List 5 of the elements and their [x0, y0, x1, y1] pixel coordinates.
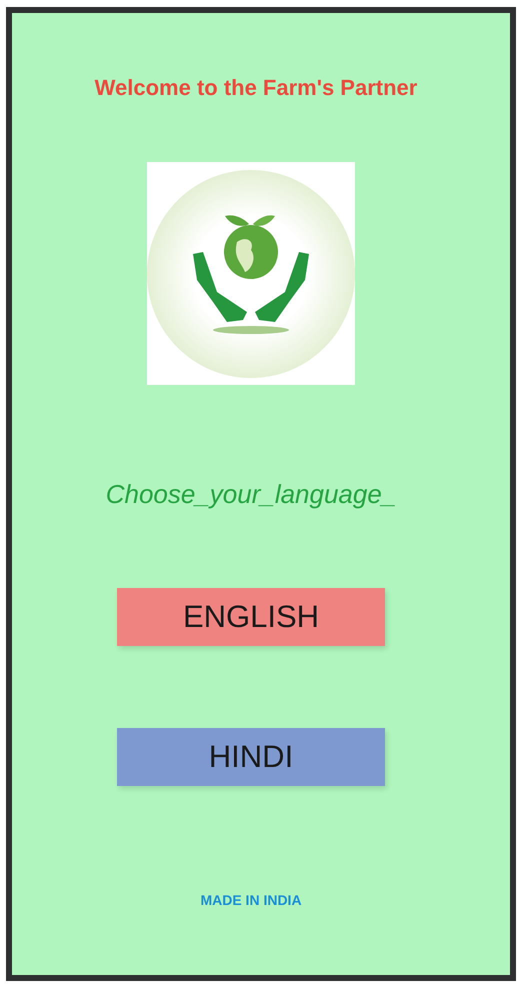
language-button[interactable]: HINDI [117, 728, 385, 786]
choose-language-label: Choose_your_language_ [106, 478, 396, 511]
language-button[interactable]: ENGLISH [117, 588, 385, 646]
made-in-india-label: MADE IN INDIA [200, 892, 302, 908]
welcome-title: Welcome to the Farm's Partner [94, 74, 418, 102]
